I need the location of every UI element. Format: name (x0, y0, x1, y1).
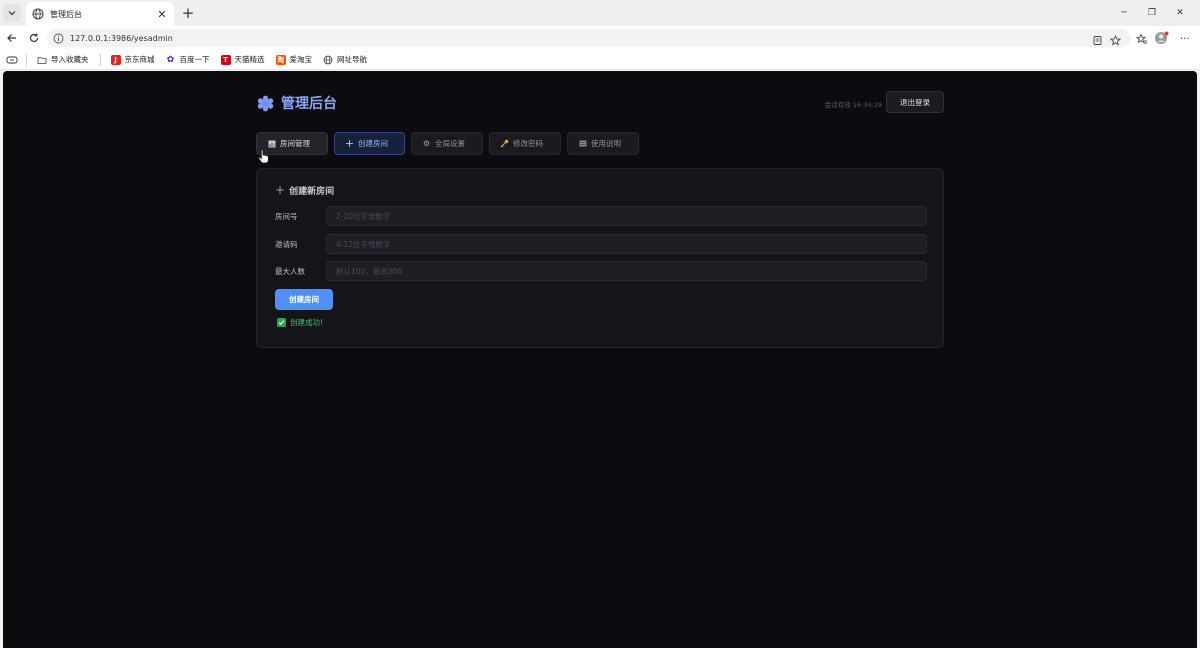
plus-icon: + (344, 137, 355, 150)
folder-icon (37, 56, 47, 64)
tmall-icon: T (220, 54, 231, 65)
reload-button[interactable] (26, 30, 42, 46)
globe-icon (323, 55, 333, 64)
tab-title: 管理后台 (50, 9, 82, 19)
max-users-row: 最大人数 (275, 261, 927, 281)
invite-code-row: 邀请码 (275, 234, 927, 254)
max-users-input[interactable] (326, 261, 927, 281)
invite-code-input[interactable] (326, 234, 927, 254)
card-title: + 创建新房间 (275, 183, 335, 197)
admin-nav: 房间管理 + 创建房间 ⚙ 全局设置 修改密码 使用说明 (256, 132, 639, 155)
address-bar: 127.0.0.1:3986/yesadmin ··· (0, 26, 1200, 50)
bookmark-baidu[interactable]: ✿ 百度一下 (165, 54, 210, 65)
chevron-down-icon (8, 11, 16, 16)
bookmarks-toggle[interactable] (6, 55, 18, 65)
checkmark-icon (277, 318, 286, 327)
info-icon[interactable] (53, 33, 64, 44)
tab-change-password[interactable]: 修改密码 (489, 132, 561, 155)
bookmarks-divider (26, 53, 27, 66)
hand-cursor-icon (258, 149, 269, 164)
plus-icon: + (275, 183, 286, 197)
favorites-icon[interactable] (1135, 30, 1148, 49)
page-viewport: 管理后台 会话有效 16:34:29 退出登录 房间管理 + 创建房间 ⚙ 全局… (3, 71, 1197, 648)
jd-icon: J (110, 54, 121, 65)
tab-usage-guide[interactable]: 使用说明 (567, 132, 639, 155)
tab-bar: 管理后台 ✕ + ─ ❐ ✕ (0, 0, 1200, 26)
bookmarks-toggle-icon (6, 56, 18, 63)
create-room-button[interactable]: 创建房间 (275, 289, 333, 310)
globe-icon (32, 8, 44, 20)
bookmarks-divider (99, 53, 101, 66)
bookmark-import[interactable]: 导入收藏夹 (37, 54, 89, 65)
bookmark-taobao[interactable]: 淘 爱淘宝 (275, 54, 312, 65)
more-menu-icon[interactable]: ··· (1180, 34, 1190, 45)
success-message: 创建成功! (277, 317, 323, 328)
logout-button[interactable]: 退出登录 (886, 91, 944, 113)
close-tab-icon[interactable]: ✕ (156, 8, 168, 21)
new-tab-button[interactable]: + (180, 4, 196, 22)
room-number-row: 房间号 (275, 206, 927, 226)
reader-mode-icon[interactable] (1088, 31, 1106, 49)
bookmark-tmall[interactable]: T 天猫精选 (220, 54, 265, 65)
minimize-icon[interactable]: ─ (1110, 3, 1138, 23)
bookmark-nav[interactable]: 网址导航 (323, 54, 367, 65)
window-controls: ─ ❐ ✕ (1110, 3, 1194, 23)
session-status: 会话有效 16:34:29 (824, 101, 882, 109)
admin-header: 管理后台 会话有效 16:34:29 退出登录 (256, 91, 944, 117)
bookmarks-bar: 导入收藏夹 J 京东商城 ✿ 百度一下 T 天猫精选 淘 爱淘宝 网址导航 (0, 50, 1200, 70)
tab-global-settings[interactable]: ⚙ 全局设置 (411, 132, 483, 155)
url-field[interactable]: 127.0.0.1:3986/yesadmin (47, 29, 1130, 47)
chart-icon (267, 140, 276, 148)
restore-icon[interactable]: ❐ (1138, 3, 1166, 23)
toolbar-right: ··· (1135, 30, 1190, 49)
window-close-icon[interactable]: ✕ (1166, 3, 1194, 23)
tab-create-room[interactable]: + 创建房间 (334, 132, 405, 155)
tab-list-button[interactable] (3, 4, 21, 22)
max-users-label: 最大人数 (275, 266, 305, 276)
page-title: 管理后台 (281, 96, 337, 112)
room-number-input[interactable] (326, 206, 927, 226)
back-button[interactable] (4, 30, 20, 46)
baidu-icon: ✿ (165, 54, 176, 65)
url-actions (1088, 31, 1124, 49)
reload-icon (29, 33, 39, 43)
url-text: 127.0.0.1:3986/yesadmin (70, 33, 173, 43)
gear-icon: ⚙ (422, 139, 431, 148)
taobao-icon: 淘 (275, 54, 286, 65)
doc-icon (578, 140, 587, 147)
browser-tab[interactable]: 管理后台 ✕ (26, 2, 174, 26)
key-icon (500, 139, 509, 148)
logo-icon (257, 95, 274, 112)
bookmark-jd[interactable]: J 京东商城 (110, 54, 155, 65)
create-room-card: + 创建新房间 房间号 邀请码 最大人数 创建房间 创建成功! (256, 168, 944, 348)
invite-code-label: 邀请码 (275, 239, 298, 249)
back-arrow-icon (7, 34, 16, 42)
profile-avatar[interactable] (1154, 30, 1170, 49)
room-number-label: 房间号 (275, 211, 298, 221)
star-icon[interactable] (1106, 31, 1124, 49)
